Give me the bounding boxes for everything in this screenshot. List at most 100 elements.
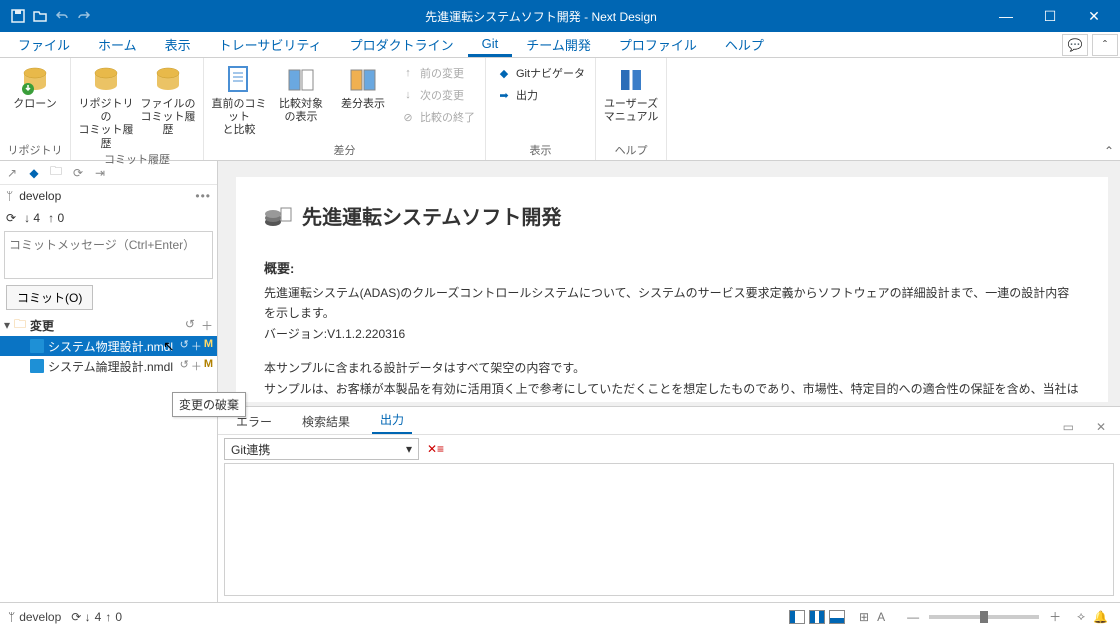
menu-プロファイル[interactable]: プロファイル <box>605 32 711 57</box>
ribbon-group-label: 差分 <box>210 142 479 160</box>
zoom-slider[interactable] <box>929 615 1039 619</box>
file-row[interactable]: システム論理設計.nmdl↺＋M <box>0 356 217 376</box>
prev-change-icon: ↑ <box>400 65 416 81</box>
stage-file-icon[interactable]: ＋ <box>191 358 202 374</box>
doc-paragraph: サンプルは、お客様が本製品を有効に活用頂く上で参考にしていただくことを想定したも… <box>264 379 1080 402</box>
notifications-icon[interactable]: 🔔 <box>1089 610 1112 624</box>
sync-icon[interactable]: ⟳ <box>6 211 16 225</box>
ribbon-show-target[interactable]: 比較対象の表示 <box>272 62 330 124</box>
ribbon-group-label: リポジトリ <box>6 142 64 160</box>
branch-menu-button[interactable]: ••• <box>195 189 211 203</box>
commit-message-input[interactable] <box>4 231 213 279</box>
panel-close-icon[interactable]: ✕ <box>1092 420 1110 434</box>
output-body <box>224 463 1114 596</box>
layout-both-button[interactable] <box>809 610 825 624</box>
incoming-count: ↓ 4 <box>24 211 40 225</box>
menu-ファイル[interactable]: ファイル <box>4 32 84 57</box>
status-branch[interactable]: ᛘ develop <box>8 610 61 624</box>
file-name: システム論理設計.nmdl <box>48 358 176 375</box>
ribbon-git-nav[interactable]: ◆Gitナビゲータ <box>492 62 589 84</box>
file-name: システム物理設計.nmdl <box>48 338 176 355</box>
output-filter-select[interactable]: Git連携 ▾ <box>224 438 419 460</box>
panel-layout-icon[interactable]: ▭ <box>1059 420 1078 434</box>
ribbon-repo-history[interactable]: リポジトリのコミット履歴 <box>77 62 135 151</box>
output-filter-value: Git連携 <box>231 441 270 458</box>
close-button[interactable]: ✕ <box>1072 0 1116 32</box>
doc-title: 先進運転システムソフト開発 <box>302 201 561 230</box>
sidebar-history-icon[interactable]: ↗ <box>4 165 20 181</box>
status-a-icon[interactable]: A <box>873 610 889 624</box>
window-title: 先進運転システムソフト開発 - Next Design <box>98 8 984 25</box>
ribbon-compare-prev[interactable]: 直前のコミットと比較 <box>210 62 268 138</box>
repo-history-icon <box>90 64 122 96</box>
status-grid-icon[interactable]: ⊞ <box>855 610 873 624</box>
open-icon[interactable] <box>32 8 48 24</box>
ribbon-output[interactable]: ➡出力 <box>492 84 589 106</box>
menu-ホーム[interactable]: ホーム <box>84 32 151 57</box>
discard-file-icon[interactable]: ↺ <box>180 338 189 354</box>
doc-paragraph: バージョン:V1.1.2.220316 <box>264 324 1080 344</box>
branch-icon: ᛘ <box>6 189 13 203</box>
ribbon-file-history[interactable]: ファイルのコミット履歴 <box>139 62 197 138</box>
stage-all-icon[interactable]: ＋ <box>201 317 213 334</box>
feedback-button[interactable]: 💬 <box>1062 34 1088 56</box>
outgoing-count: ↑ 0 <box>48 211 64 225</box>
end-compare-icon: ⊘ <box>400 109 416 125</box>
ribbon-manual[interactable]: ユーザーズマニュアル <box>602 62 660 124</box>
file-status: M <box>204 338 213 354</box>
commit-button[interactable]: コミット(O) <box>6 285 93 310</box>
ribbon-prev-change[interactable]: ↑前の変更 <box>396 62 479 84</box>
file-icon <box>30 359 44 373</box>
changes-label: 変更 <box>30 317 181 334</box>
output-icon: ➡ <box>496 87 512 103</box>
save-icon[interactable] <box>10 8 26 24</box>
changes-expand-icon[interactable]: ▾ <box>4 318 10 332</box>
ribbon-collapse-icon[interactable]: ⌃ <box>1104 144 1114 158</box>
menu-表示[interactable]: 表示 <box>151 32 205 57</box>
layout-bottom-button[interactable] <box>829 610 845 624</box>
ribbon-clone[interactable]: クローン <box>6 62 64 111</box>
discard-file-icon[interactable]: ↺ <box>180 358 189 374</box>
show-target-icon <box>285 64 317 96</box>
status-target-icon[interactable]: ⟡ <box>1073 609 1089 624</box>
menu-トレーサビリティ[interactable]: トレーサビリティ <box>205 32 336 57</box>
clone-icon <box>19 64 51 96</box>
next-change-icon: ↓ <box>400 87 416 103</box>
ribbon-show-diff[interactable]: 差分表示 <box>334 62 392 111</box>
project-icon <box>264 205 292 227</box>
ribbon-end-compare[interactable]: ⊘比較の終了 <box>396 106 479 128</box>
menu-チーム開発[interactable]: チーム開発 <box>512 32 605 57</box>
status-sync[interactable]: ⟳ ↓ 4 ↑ 0 <box>71 610 122 624</box>
menu-ヘルプ[interactable]: ヘルプ <box>711 32 778 57</box>
discard-changes-icon[interactable]: ↺ <box>185 317 195 334</box>
file-status: M <box>204 358 213 374</box>
tab-検索結果[interactable]: 検索結果 <box>294 407 358 434</box>
ribbon-group-label: ヘルプ <box>602 142 660 160</box>
doc-paragraph: 本サンプルに含まれる設計データはすべて架空の内容です。 <box>264 358 1080 378</box>
undo-icon[interactable] <box>54 8 70 24</box>
ribbon-group-label: 表示 <box>492 142 589 160</box>
ribbon-next-change[interactable]: ↓次の変更 <box>396 84 479 106</box>
tab-出力[interactable]: 出力 <box>372 405 412 434</box>
file-icon <box>30 339 44 353</box>
file-row[interactable]: システム物理設計.nmdl↺＋M↖ <box>0 336 217 356</box>
branch-name: develop <box>19 189 189 203</box>
redo-icon[interactable] <box>76 8 92 24</box>
sidebar-branch-icon[interactable]: ◆ <box>26 165 42 181</box>
collapse-ribbon-button[interactable]: ˆ <box>1092 34 1118 56</box>
zoom-out-button[interactable]: — <box>903 610 923 624</box>
menu-プロダクトライン[interactable]: プロダクトライン <box>336 32 468 57</box>
git-nav-icon: ◆ <box>496 65 512 81</box>
ribbon-group-label: コミット履歴 <box>77 151 197 169</box>
doc-section-heading: 概要: <box>264 258 1080 277</box>
maximize-button[interactable]: ☐ <box>1028 0 1072 32</box>
layout-left-button[interactable] <box>789 610 805 624</box>
stage-file-icon[interactable]: ＋ <box>191 338 202 354</box>
clear-output-icon[interactable]: ✕≡ <box>427 442 444 456</box>
compare-prev-icon <box>223 64 255 96</box>
menu-Git[interactable]: Git <box>468 32 513 57</box>
zoom-in-button[interactable]: ＋ <box>1045 608 1065 625</box>
minimize-button[interactable]: ― <box>984 0 1028 32</box>
manual-icon <box>615 64 647 96</box>
sidebar-stash-icon[interactable]: 🗀 <box>48 165 64 181</box>
